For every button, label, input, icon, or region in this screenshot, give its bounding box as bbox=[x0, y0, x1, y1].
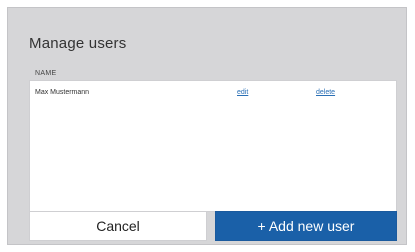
edit-user-link[interactable]: edit bbox=[237, 89, 248, 96]
dialog-title: Manage users bbox=[29, 35, 127, 52]
cancel-button[interactable]: Cancel bbox=[29, 211, 207, 241]
manage-users-dialog: Manage users NAME Max Mustermann edit de… bbox=[7, 7, 407, 245]
add-new-user-button[interactable]: + Add new user bbox=[215, 211, 397, 241]
users-list: Max Mustermann edit delete bbox=[29, 80, 397, 212]
column-header-name: NAME bbox=[35, 70, 57, 77]
delete-user-link[interactable]: delete bbox=[316, 89, 335, 96]
user-name: Max Mustermann bbox=[35, 89, 90, 96]
table-row: Max Mustermann edit delete bbox=[30, 87, 396, 101]
